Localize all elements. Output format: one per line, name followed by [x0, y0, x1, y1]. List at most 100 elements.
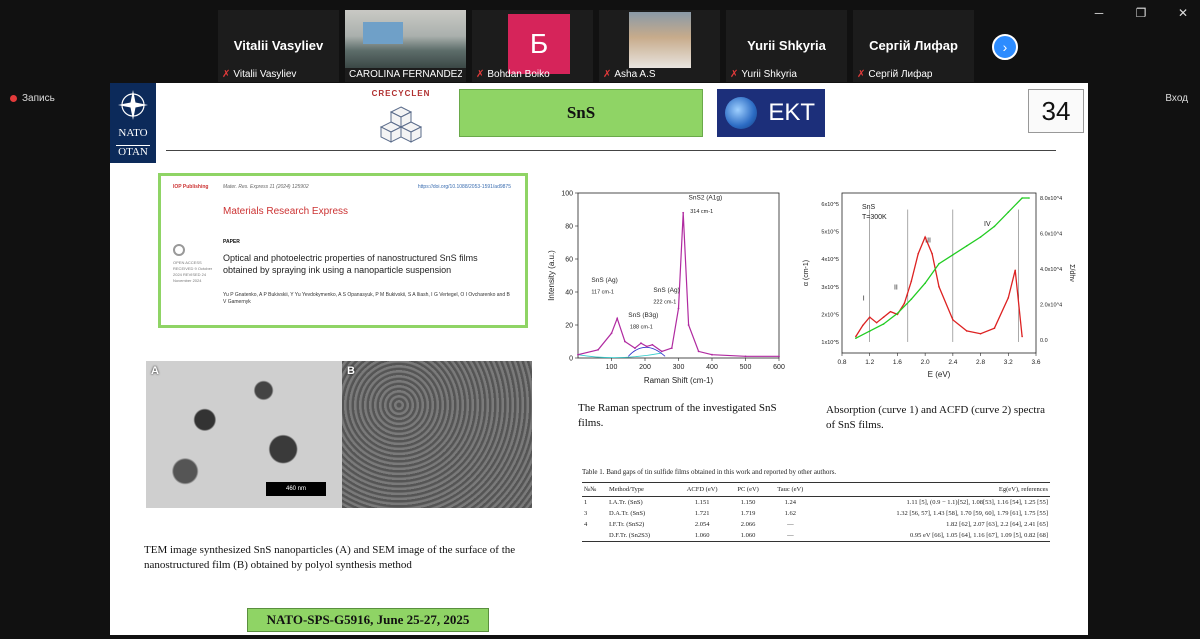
- series-point-2: [896, 312, 899, 315]
- table-row: 3 D.A.Tr. (SnS) 1.721 1.719 1.62 1.32 [56, 57…: [582, 508, 1050, 519]
- table-cell: D.F.Tr. (Sn2S3): [606, 530, 676, 542]
- table-cell: 1.11 [5], (0.9 − 1.1)[52], 1.08[53], 1.1…: [906, 499, 1048, 506]
- series-point-2: [938, 262, 940, 265]
- participant-tile[interactable]: CAROLINA FERNANDEZ S...: [345, 10, 466, 82]
- y-tick-label: 4x10^5: [821, 257, 839, 263]
- series-point-1: [938, 285, 940, 288]
- table-header-cell: №№: [582, 482, 607, 497]
- series-point-1: [868, 316, 871, 318]
- series-point-1: [910, 280, 913, 283]
- series-point-1: [882, 316, 885, 318]
- page-number: 34: [1028, 89, 1084, 133]
- region-label: IV: [984, 221, 991, 228]
- participant-tile[interactable]: Yurii Shkyria ✗ Yurii Shkyria: [726, 10, 847, 82]
- series-point-1: [861, 324, 864, 327]
- table-header-cell: Eg(eV), references: [813, 482, 1050, 497]
- raman-chart: 100 200 300 400 500 600 0 20 40 60 80 100 Raman Shif…: [547, 191, 785, 386]
- series-point-1: [924, 236, 926, 238]
- x-tick-label: 100: [606, 364, 618, 371]
- series-point-2: [924, 282, 926, 284]
- raman-point: [660, 350, 663, 353]
- sem-label: B: [347, 365, 355, 377]
- participant-label: ✗ Bohdan Boiko: [476, 69, 550, 80]
- participant-tile[interactable]: ✗ Asha A.S: [599, 10, 720, 82]
- raman-point: [624, 340, 626, 343]
- table-cell: 1.719: [740, 510, 756, 517]
- raman-point: [610, 332, 613, 335]
- restore-icon[interactable]: ❐: [1134, 6, 1148, 20]
- table-header-cell: ACFD (eV): [675, 482, 729, 497]
- raman-point: [651, 343, 654, 346]
- x-tick-label: 2.8: [976, 359, 985, 366]
- y-right-tick-label: 8.0x10^4: [1040, 196, 1062, 202]
- table-cell: 1.62: [784, 510, 797, 517]
- y-right-tick-label: 6.0x10^4: [1040, 232, 1062, 238]
- raman-point: [677, 307, 680, 310]
- nato-star-icon: [118, 90, 148, 120]
- journal-name: Materials Research Express: [223, 206, 349, 217]
- y-tick-label: 100: [561, 191, 573, 198]
- cubes-icon: [379, 106, 423, 143]
- close-icon[interactable]: ✕: [1176, 6, 1190, 20]
- series-point-1: [931, 252, 933, 255]
- paper-title: Optical and photoelectric properties of …: [223, 253, 478, 275]
- series-point-1: [1014, 269, 1017, 272]
- avatar: Б: [508, 14, 570, 74]
- y-right-axis-label: Σ/dhν: [1068, 264, 1075, 282]
- mic-off-icon: ✗: [222, 69, 231, 80]
- raman-point: [634, 347, 636, 349]
- otan-text: OTAN: [116, 145, 150, 158]
- mic-off-icon: ✗: [730, 69, 739, 80]
- publisher: IOP Publishing: [173, 184, 209, 190]
- record-dot-icon: [10, 95, 17, 102]
- series-point-1: [993, 327, 996, 329]
- series-point-2: [868, 330, 871, 332]
- participant-strip: Vitalii Vasyliev ✗ Vitalii Vasyliev CAROL…: [218, 10, 974, 82]
- next-participants-button[interactable]: ›: [992, 34, 1018, 60]
- region-label: II: [894, 285, 898, 292]
- mic-off-icon: ✗: [857, 69, 866, 80]
- series-point-1: [979, 332, 982, 335]
- video-feed: [629, 12, 691, 68]
- table-cell: I.F.Tr. (SnS2): [608, 521, 645, 528]
- y-tick-label: 60: [565, 257, 573, 264]
- participant-tile[interactable]: Сергій Лифар ✗ Сергій Лифар: [853, 10, 974, 82]
- table-header-row: №№ Method/Type ACFD (eV) PC (eV) Tauc (eV) Eg…: [582, 482, 1050, 497]
- series-point-1: [917, 252, 920, 255]
- scale-bar: 460 nm: [266, 482, 326, 496]
- series-point-1: [1021, 335, 1023, 338]
- participant-tile[interactable]: Б ✗ Bohdan Boiko: [472, 10, 593, 82]
- y-tick-label: 40: [565, 290, 573, 297]
- raman-point: [778, 355, 780, 358]
- y-tick-label: 20: [565, 323, 573, 330]
- paper-card: IOP Publishing Mater. Res. Express 11 (2…: [158, 173, 528, 328]
- raman-point: [616, 317, 619, 320]
- peak-annotation: 188 cm-1: [630, 324, 653, 330]
- band-gap-table: Table 1. Band gaps of tin sulfide films …: [582, 468, 1050, 542]
- chevron-right-icon: ›: [1002, 39, 1008, 55]
- chart-title: SnS: [862, 204, 876, 211]
- minimize-icon[interactable]: ─: [1092, 6, 1106, 20]
- series-point-1: [903, 302, 906, 305]
- raman-point: [744, 355, 747, 358]
- table-cell: —: [787, 521, 794, 528]
- window-controls: ─ ❐ ✕: [1092, 6, 1190, 20]
- peak-annotation: SnS (Ag): [653, 287, 679, 294]
- table-cell: 3: [584, 510, 588, 517]
- table-cell: 1.721: [694, 510, 710, 517]
- footer-banner: NATO-SPS-G5916, June 25-27, 2025: [247, 608, 489, 632]
- y-tick-label: 5x10^5: [821, 230, 839, 236]
- exit-button[interactable]: Вход: [1165, 93, 1188, 104]
- paper-authors: Yu P Gnatenko, A P Bukivskii, Y Yu Yevdo…: [223, 292, 510, 305]
- fit-curve: [627, 346, 666, 357]
- x-tick-label: 1.2: [865, 359, 874, 366]
- peak-annotation: 222 cm-1: [653, 300, 676, 306]
- participant-tile[interactable]: Vitalii Vasyliev ✗ Vitalii Vasyliev: [218, 10, 339, 82]
- record-indicator[interactable]: Запись: [10, 93, 55, 104]
- series-point-2: [993, 225, 996, 228]
- raman-point: [645, 345, 648, 348]
- paper-type: PAPER: [223, 239, 240, 245]
- crecycle-logo: CRECYCLEN: [368, 89, 434, 155]
- table-row: 1 I.A.Tr. (SnS) 1.151 1.150 1.24 1.11 [5], (0…: [582, 497, 1050, 509]
- series-point-2: [882, 323, 885, 325]
